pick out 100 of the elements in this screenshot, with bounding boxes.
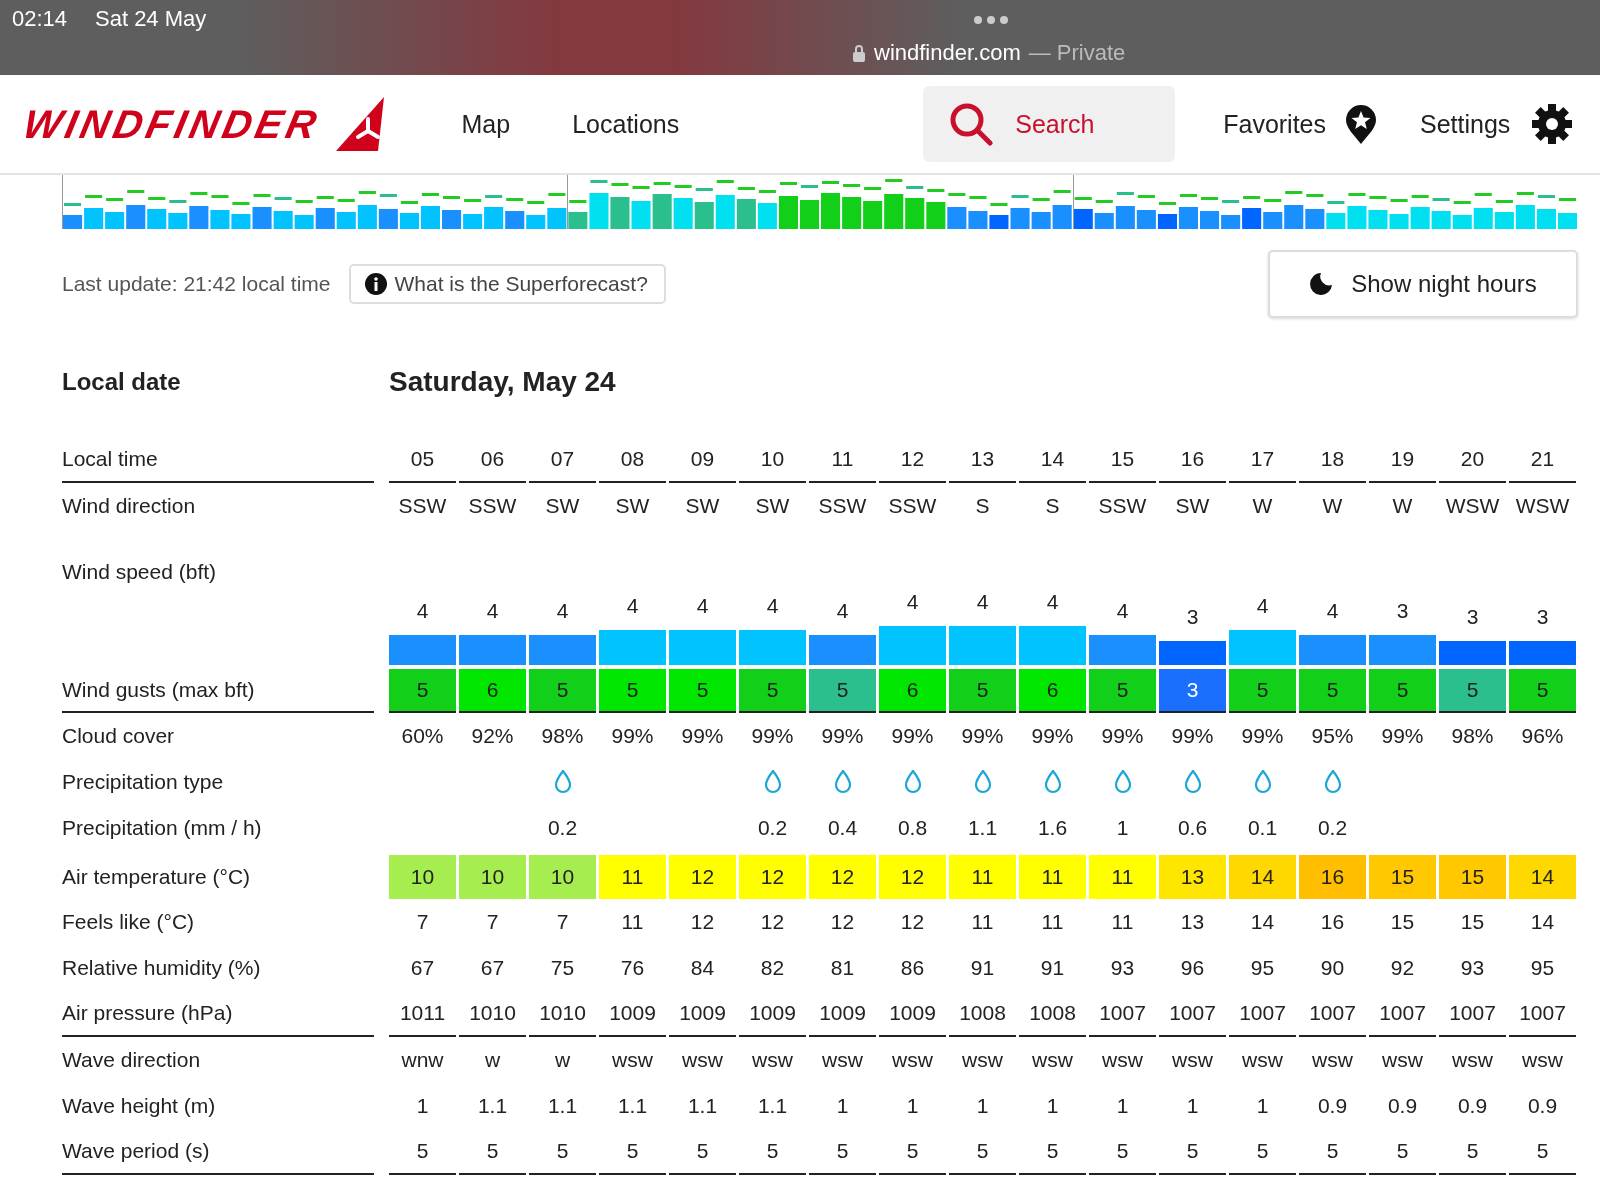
- table-cell: 15: [1439, 855, 1506, 899]
- table-cell-text: 99%: [890, 723, 935, 749]
- table-cell-text: 95%: [1310, 723, 1355, 749]
- settings-link[interactable]: Settings: [1420, 109, 1511, 139]
- table-cell: 5: [1019, 1129, 1086, 1175]
- table-cell-text: SSW: [817, 493, 868, 519]
- row-label: Precipitation type: [62, 769, 225, 795]
- table-cell-text: W: [1251, 493, 1274, 519]
- table-cell-text: 0.9: [1386, 1093, 1419, 1119]
- nav-link[interactable]: Map: [461, 109, 511, 139]
- table-cell: 17: [1229, 437, 1296, 483]
- table-cell: 5: [1229, 1129, 1296, 1175]
- raindrop-icon: [1183, 770, 1202, 794]
- table-cell-text: 11: [1110, 909, 1135, 935]
- table-cell-text: SSW: [397, 493, 448, 519]
- table-cell-text: wsw: [751, 1047, 794, 1073]
- logo-text[interactable]: WINDFINDER: [19, 101, 325, 147]
- table-cell-text: W: [1321, 493, 1344, 519]
- table-cell-text: w: [483, 1047, 502, 1073]
- table-cell: 5: [739, 669, 806, 713]
- table-cell: 13: [949, 437, 1016, 483]
- table-cell-text: SSW: [1097, 493, 1148, 519]
- table-cell-text: wsw: [1171, 1047, 1214, 1073]
- table-cell-text: 1: [1115, 1093, 1130, 1119]
- table-cell: 5: [1229, 669, 1296, 713]
- table-cell: 14: [1019, 437, 1086, 483]
- date-heading: Saturday, May 24: [389, 366, 617, 398]
- nav-link[interactable]: Locations: [572, 109, 680, 139]
- table-cell: 12: [879, 855, 946, 899]
- table-cell-text: 82: [759, 955, 786, 981]
- table-cell: 15: [1369, 855, 1436, 899]
- superforecast-button[interactable]: What is the Superforecast?: [348, 264, 666, 304]
- table-cell-text: SSW: [467, 493, 518, 519]
- table-cell: 5: [669, 1129, 736, 1175]
- table-cell-text: W: [1391, 493, 1414, 519]
- raindrop-icon: [1113, 770, 1132, 794]
- table-cell-text: 15: [1389, 909, 1416, 935]
- table-cell-text: 92%: [470, 723, 515, 749]
- row-label: Wind gusts (max bft): [62, 669, 374, 713]
- table-cell: 6: [1019, 669, 1086, 713]
- table-cell-text: SW: [1174, 493, 1211, 519]
- table-cell-text: 1: [1255, 1093, 1270, 1119]
- table-cell-text: 4: [1115, 599, 1130, 624]
- table-cell: 6: [459, 669, 526, 713]
- table-cell-text: 95: [1249, 955, 1276, 981]
- table-cell: 12: [879, 437, 946, 483]
- table-cell-text: 12: [829, 909, 856, 935]
- table-cell-text: 1.1: [616, 1093, 649, 1119]
- table-cell-text: wsw: [1451, 1047, 1494, 1073]
- night-hours-button[interactable]: Show night hours: [1268, 250, 1578, 318]
- table-cell-text: 1.1: [546, 1093, 579, 1119]
- table-cell: 10: [459, 855, 526, 899]
- table-cell-text: WSW: [1444, 493, 1501, 519]
- table-cell: 18: [1299, 437, 1366, 483]
- table-cell: 1007: [1159, 991, 1226, 1037]
- url-text[interactable]: windfinder.com: [874, 40, 1021, 66]
- table-cell: 11: [1019, 855, 1086, 899]
- table-cell-text: 75: [549, 955, 576, 981]
- table-cell: 12: [739, 855, 806, 899]
- row-label: Feels like (°C): [62, 909, 196, 935]
- table-cell-text: SW: [684, 493, 721, 519]
- table-cell: 12: [669, 855, 736, 899]
- table-cell: 5: [1509, 1129, 1576, 1175]
- table-cell-text: WSW: [1514, 493, 1571, 519]
- table-cell: 1009: [669, 991, 736, 1037]
- table-cell: 5: [669, 669, 736, 713]
- favorites-link[interactable]: Favorites: [1223, 109, 1326, 139]
- table-cell-text: 98%: [540, 723, 585, 749]
- table-cell-text: 0.9: [1316, 1093, 1349, 1119]
- table-cell: 5: [739, 1129, 806, 1175]
- table-cell: 16: [1299, 855, 1366, 899]
- raindrop-icon: [1253, 770, 1272, 794]
- table-cell-text: wsw: [1521, 1047, 1564, 1073]
- date-label: Local date: [62, 368, 182, 396]
- table-cell-text: 12: [759, 909, 786, 935]
- search-button[interactable]: Search: [923, 86, 1176, 162]
- table-cell-text: 1: [905, 1093, 920, 1119]
- table-cell-text: 14: [1249, 909, 1276, 935]
- table-cell-text: 1: [415, 1093, 430, 1119]
- table-cell-text: 0.2: [546, 815, 579, 841]
- raindrop-icon: [903, 770, 922, 794]
- raindrop-icon: [1323, 770, 1342, 794]
- table-cell-text: 67: [409, 955, 436, 981]
- table-cell-text: 11: [620, 909, 645, 935]
- table-cell: 19: [1369, 437, 1436, 483]
- table-cell: 1009: [599, 991, 666, 1037]
- table-cell: 5: [1299, 1129, 1366, 1175]
- table-cell-text: 11: [1040, 909, 1065, 935]
- table-cell: 1007: [1299, 991, 1366, 1037]
- table-cell-text: 13: [1179, 909, 1206, 935]
- moon-icon: [1309, 272, 1334, 296]
- table-cell-text: 91: [1039, 955, 1066, 981]
- settings-icon[interactable]: [1530, 102, 1575, 146]
- table-cell-text: 99%: [1030, 723, 1075, 749]
- star-pin-icon[interactable]: [1344, 104, 1378, 144]
- table-cell-text: 1.1: [966, 815, 999, 841]
- more-icon[interactable]: [973, 15, 1009, 25]
- table-cell: 09: [669, 437, 736, 483]
- row-label: Wind speed (bft): [62, 559, 218, 585]
- table-cell: 1007: [1509, 991, 1576, 1037]
